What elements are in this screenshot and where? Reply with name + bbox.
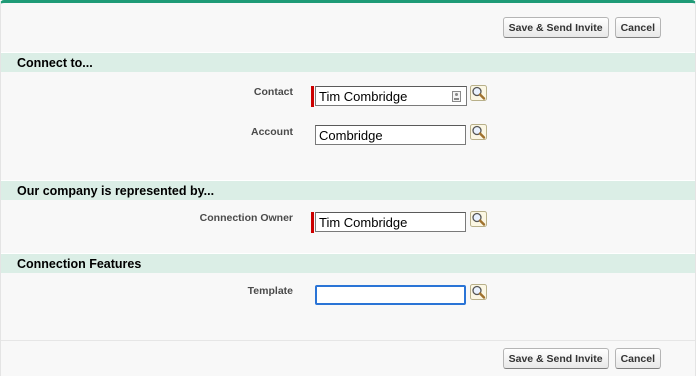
- required-indicator: [311, 212, 314, 233]
- section-header-connect-to: Connect to...: [1, 52, 695, 72]
- contact-value: Tim Combridge: [319, 89, 408, 104]
- bottom-button-bar: Save & Send Invite Cancel: [1, 348, 695, 369]
- contact-lookup-icon[interactable]: [470, 85, 487, 101]
- contact-input[interactable]: Tim Combridge: [315, 86, 467, 106]
- section-header-represented-by: Our company is represented by...: [1, 180, 695, 200]
- template-label: Template: [247, 285, 293, 297]
- template-lookup-icon[interactable]: [470, 284, 487, 300]
- account-label: Account: [251, 126, 293, 138]
- connection-owner-lookup-icon[interactable]: [470, 211, 487, 227]
- cancel-button-bottom[interactable]: Cancel: [614, 348, 661, 369]
- connection-owner-label: Connection Owner: [199, 212, 293, 224]
- top-button-bar: Save & Send Invite Cancel: [1, 17, 695, 38]
- connection-invite-form: Save & Send Invite Cancel Connect to... …: [0, 0, 696, 376]
- save-send-invite-button-bottom[interactable]: Save & Send Invite: [502, 348, 609, 369]
- connection-owner-input[interactable]: Tim Combridge: [315, 212, 466, 232]
- save-send-invite-button-top[interactable]: Save & Send Invite: [502, 17, 609, 38]
- account-lookup-icon[interactable]: [470, 124, 487, 140]
- footer-divider: [1, 340, 695, 341]
- contact-field-row: Contact Tim Combridge: [1, 84, 695, 108]
- template-field-row: Template: [1, 283, 695, 307]
- section-header-connection-features: Connection Features: [1, 253, 695, 273]
- account-field-row: Account Combridge: [1, 123, 695, 147]
- account-input[interactable]: Combridge: [315, 125, 466, 145]
- connection-owner-field-row: Connection Owner Tim Combridge: [1, 210, 695, 234]
- template-input[interactable]: [315, 285, 466, 305]
- account-value: Combridge: [319, 128, 383, 143]
- contact-label: Contact: [253, 86, 293, 98]
- connection-owner-value: Tim Combridge: [319, 215, 408, 230]
- cancel-button-top[interactable]: Cancel: [614, 17, 661, 38]
- contact-card-icon[interactable]: [452, 91, 461, 102]
- required-indicator: [311, 86, 314, 107]
